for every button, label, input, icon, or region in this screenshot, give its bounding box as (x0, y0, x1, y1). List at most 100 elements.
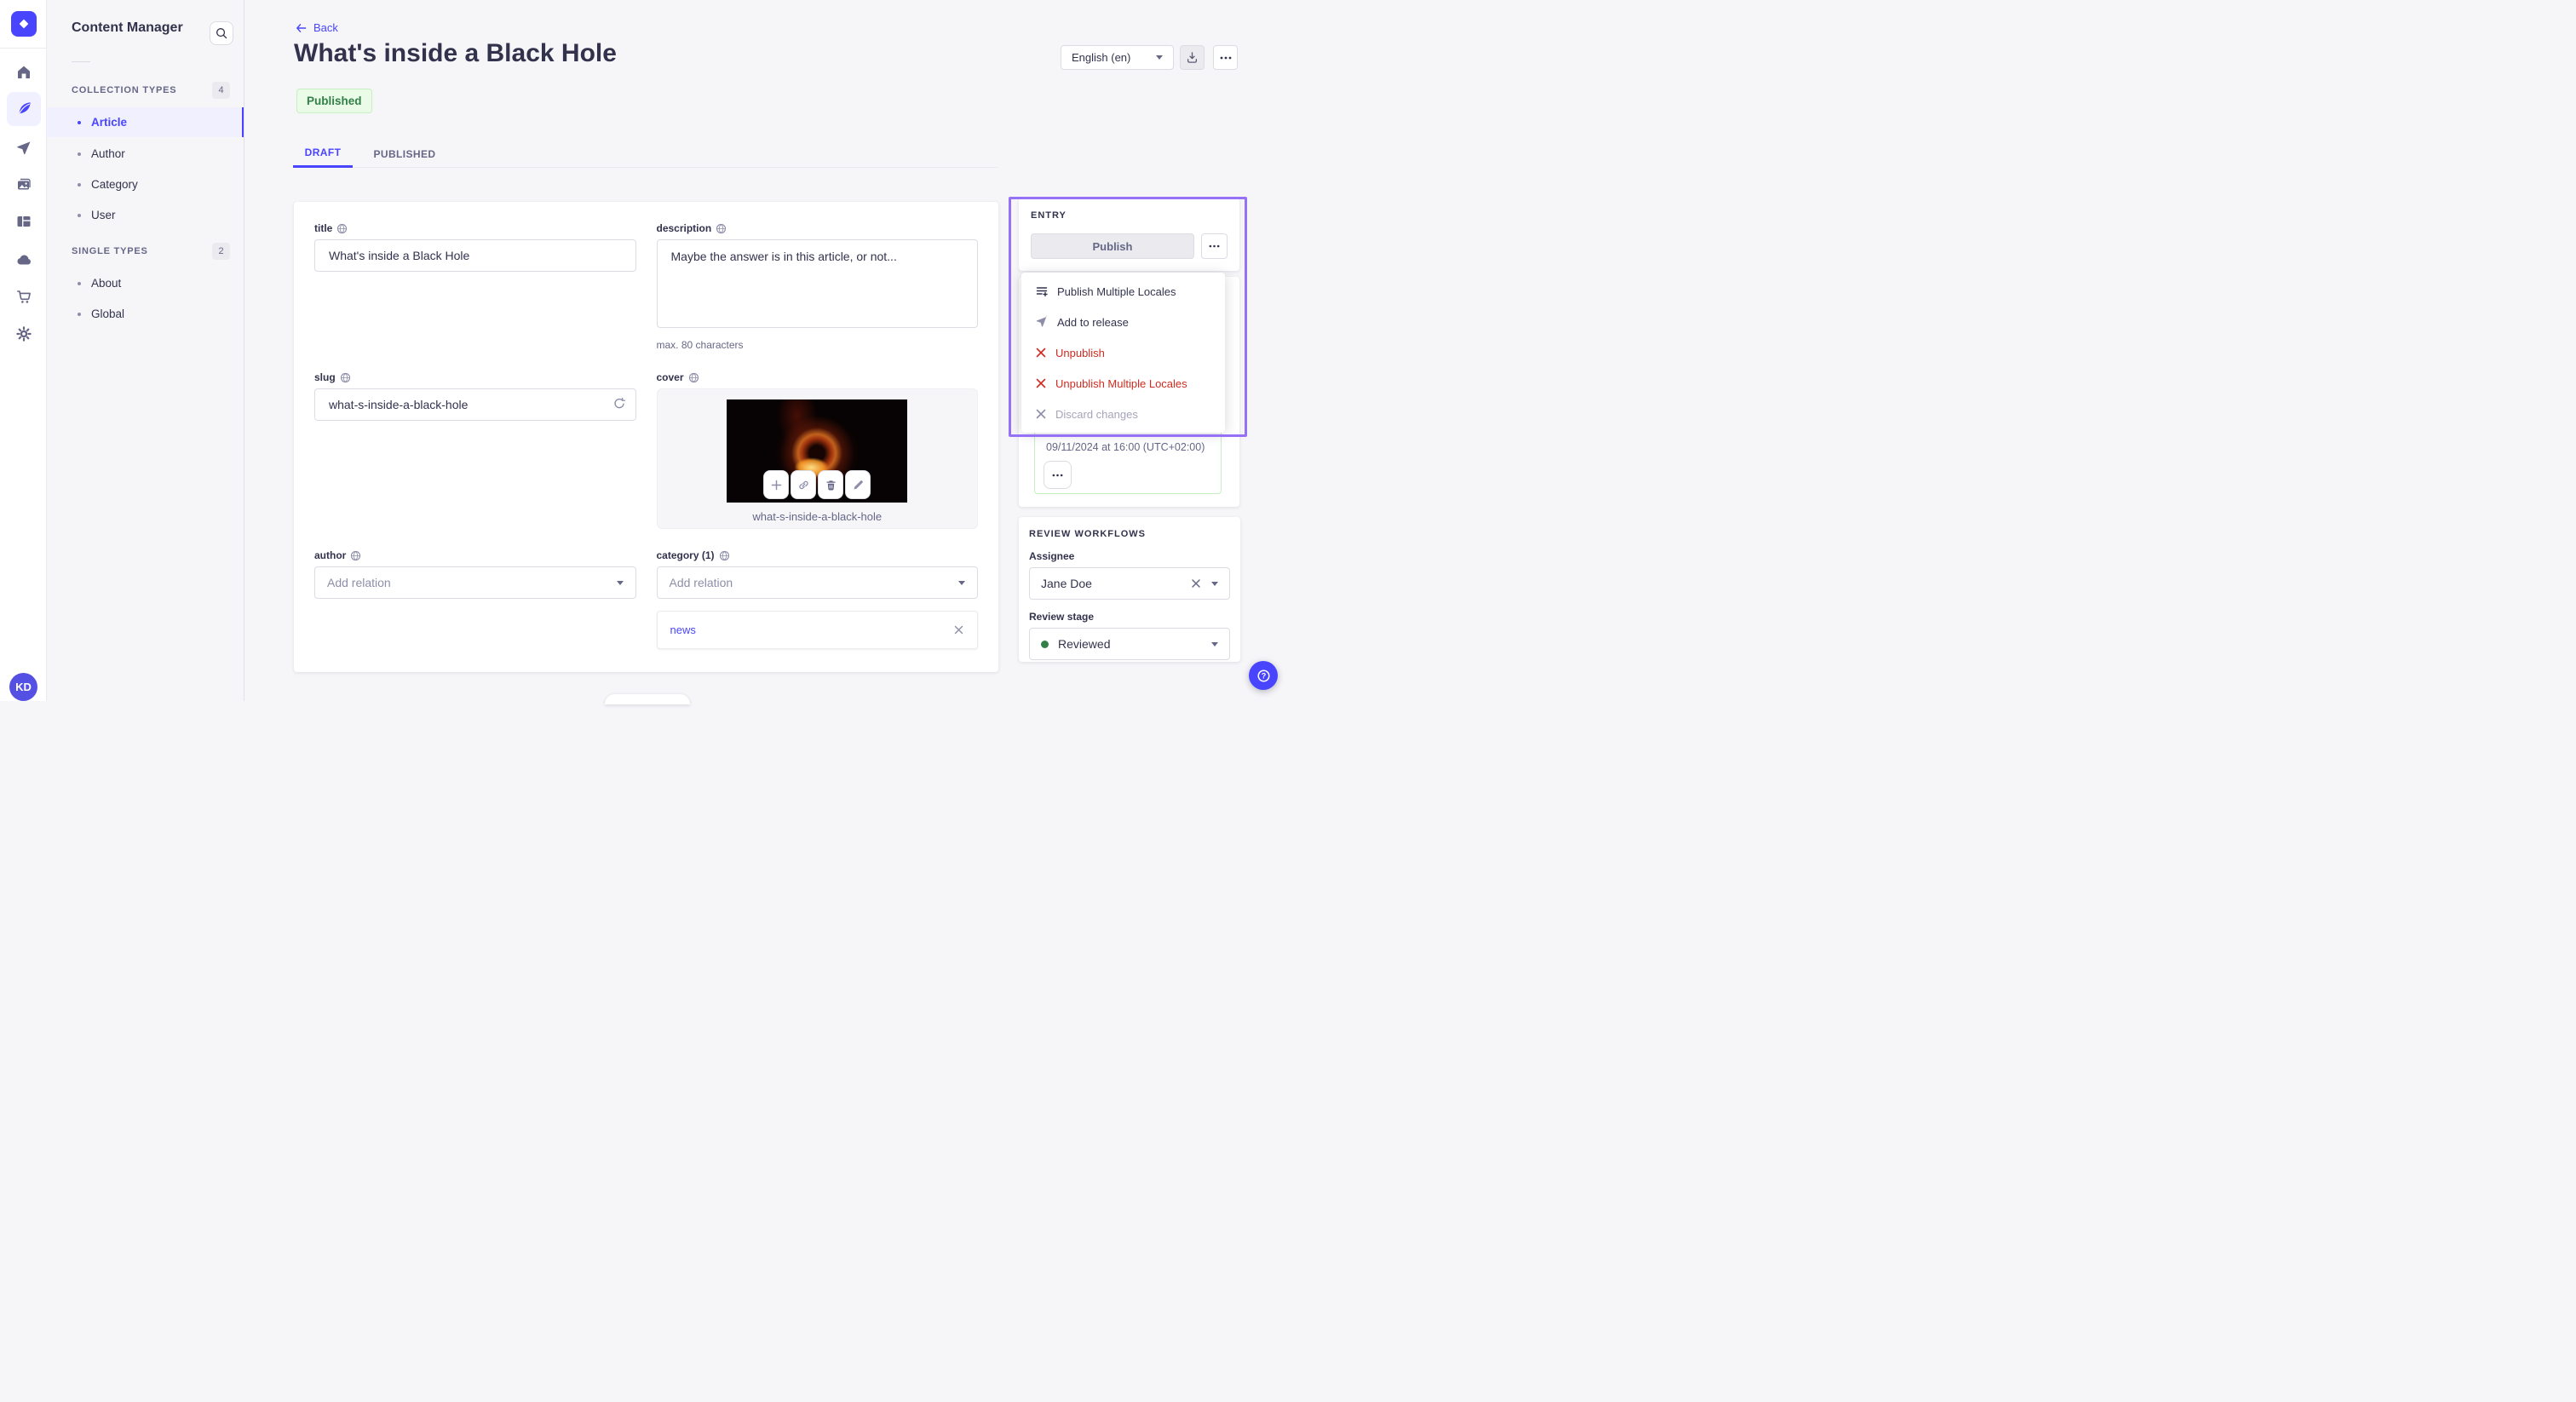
cover-actions-toolbar (763, 470, 871, 499)
question-icon: ? (1256, 669, 1270, 682)
description-textarea[interactable]: Maybe the answer is in this article, or … (656, 239, 978, 328)
search-icon (216, 28, 227, 39)
subnav-title: Content Manager (72, 20, 183, 35)
main-content: Back What's inside a Black Hole English … (244, 0, 1288, 704)
download-icon (1187, 52, 1198, 63)
pencil-icon (854, 480, 863, 489)
user-avatar[interactable]: KD (9, 673, 37, 701)
chevron-down-icon (1211, 581, 1218, 586)
assignee-select[interactable]: Jane Doe (1029, 567, 1230, 600)
publish-button[interactable]: Publish (1031, 233, 1194, 259)
sidebar-item-article[interactable]: Article (47, 107, 244, 137)
search-button[interactable] (210, 21, 233, 45)
description-field-label: description (657, 222, 979, 234)
description-hint: max. 80 characters (656, 339, 744, 351)
globe-icon (688, 372, 699, 382)
floating-widget-partial[interactable] (605, 694, 690, 704)
menu-item-publish-multiple-locales[interactable]: Publish Multiple Locales (1021, 276, 1225, 307)
clear-assignee-icon[interactable] (1191, 578, 1201, 589)
svg-text:?: ? (1261, 671, 1266, 680)
add-media-button[interactable] (763, 470, 790, 499)
category-relation-select[interactable]: Add relation (656, 566, 978, 599)
sidebar-item-user[interactable]: User (47, 200, 244, 230)
help-button[interactable]: ? (1249, 661, 1278, 690)
bullet-icon (78, 213, 81, 217)
collection-types-header: COLLECTION TYPES 4 (72, 82, 230, 99)
review-panel-heading: REVIEW WORKFLOWS (1029, 529, 1146, 539)
review-stage-select[interactable]: Reviewed (1029, 628, 1230, 660)
entry-more-button[interactable] (1201, 233, 1228, 259)
bullet-icon (78, 312, 81, 316)
globe-icon (337, 223, 348, 233)
copy-link-button[interactable] (791, 470, 817, 499)
sidebar-item-category[interactable]: Category (47, 170, 244, 199)
menu-item-discard-changes[interactable]: Discard changes (1021, 399, 1225, 429)
menu-item-label: Publish Multiple Locales (1057, 284, 1176, 298)
entry-panel: ENTRY Publish (1019, 198, 1239, 271)
field-label-text: slug (314, 371, 336, 383)
media-library-icon[interactable] (7, 168, 41, 202)
list-plus-icon (1036, 287, 1048, 297)
entry-panel-heading: ENTRY (1031, 210, 1067, 221)
delete-media-button[interactable] (818, 470, 844, 499)
edit-media-button[interactable] (845, 470, 871, 499)
header-more-button[interactable] (1213, 45, 1238, 70)
locale-select[interactable]: English (en) (1061, 45, 1174, 70)
edit-form-card: title description Maybe the answer is in… (294, 202, 998, 672)
chevron-down-icon (1156, 55, 1163, 60)
menu-item-add-to-release[interactable]: Add to release (1021, 307, 1225, 337)
marketplace-cart-icon[interactable] (7, 279, 41, 313)
sidebar-item-global[interactable]: Global (47, 299, 244, 329)
sidebar-item-author[interactable]: Author (47, 139, 244, 169)
menu-item-unpublish[interactable]: Unpublish (1021, 337, 1225, 368)
section-count-badge: 4 (212, 82, 230, 99)
tab-draft[interactable]: DRAFT (293, 140, 353, 168)
export-download-button[interactable] (1180, 45, 1205, 70)
settings-gear-icon[interactable] (7, 317, 41, 351)
chevron-down-icon (616, 580, 624, 585)
main-nav-rail: KD (0, 0, 47, 701)
cover-field-label: cover (657, 371, 979, 383)
subnav-divider (72, 61, 90, 62)
menu-item-unpublish-multiple-locales[interactable]: Unpublish Multiple Locales (1021, 368, 1225, 399)
locale-value: English (en) (1072, 51, 1131, 64)
cover-filename: what-s-inside-a-black-hole (752, 510, 883, 523)
content-manager-icon[interactable] (7, 92, 41, 126)
cloud-icon[interactable] (7, 243, 41, 277)
title-input[interactable] (314, 239, 636, 272)
rail-divider (0, 48, 47, 49)
field-label-text: author (314, 549, 347, 561)
content-type-builder-icon[interactable] (7, 204, 41, 238)
remove-relation-icon[interactable] (953, 624, 964, 635)
releases-icon[interactable] (7, 131, 41, 165)
field-label-text: cover (656, 371, 684, 383)
title-field-label: title (314, 222, 636, 234)
section-count-badge: 2 (212, 243, 230, 260)
back-link[interactable]: Back (295, 21, 338, 34)
back-arrow-icon (296, 23, 307, 32)
send-icon (1036, 315, 1048, 327)
stage-value: Reviewed (1058, 637, 1111, 651)
tab-published[interactable]: PUBLISHED (366, 140, 443, 168)
globe-icon (351, 550, 361, 560)
author-relation-select[interactable]: Add relation (314, 566, 636, 599)
section-label: COLLECTION TYPES (72, 85, 177, 95)
home-icon[interactable] (7, 55, 41, 89)
release-more-button[interactable] (1044, 461, 1072, 489)
assignee-value: Jane Doe (1041, 577, 1092, 590)
globe-icon (719, 550, 729, 560)
bullet-icon (78, 120, 81, 124)
regenerate-slug-icon[interactable] (612, 397, 626, 411)
bullet-icon (78, 182, 81, 187)
sidebar-item-about[interactable]: About (47, 268, 244, 298)
review-workflows-panel: REVIEW WORKFLOWS Assignee Jane Doe Revie… (1019, 517, 1240, 662)
field-label-text: description (656, 222, 712, 234)
plus-icon (771, 480, 781, 490)
strapi-logo-icon[interactable] (11, 11, 37, 37)
ellipsis-icon (1052, 474, 1063, 476)
relation-link[interactable]: news (670, 623, 696, 636)
page-title: What's inside a Black Hole (294, 39, 617, 67)
slug-input[interactable] (314, 388, 636, 421)
globe-icon (716, 223, 727, 233)
stage-status-dot (1041, 640, 1049, 648)
